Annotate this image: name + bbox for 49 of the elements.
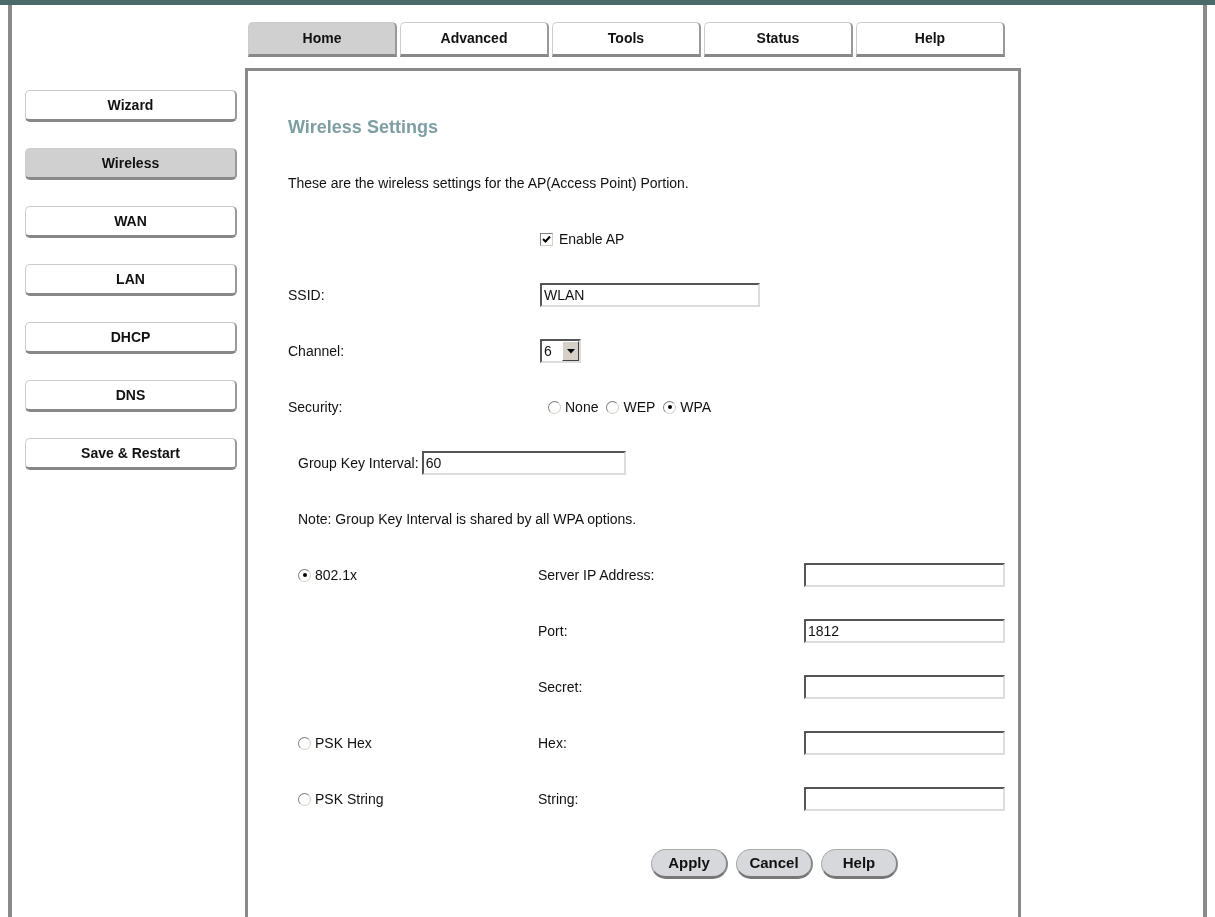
field-label: Security: (288, 397, 344, 417)
text-field[interactable] (804, 563, 1005, 587)
radio-button[interactable] (298, 792, 311, 806)
nav-tab[interactable]: Help (856, 22, 1005, 57)
sidebar-button[interactable]: LAN (25, 264, 237, 296)
field-label: Channel: (288, 341, 346, 361)
radio-label: PSK Hex (315, 733, 372, 753)
nav-tab[interactable]: Status (704, 22, 853, 57)
radio-label: WPA (680, 397, 712, 417)
radio-label: PSK String (315, 789, 384, 809)
page-title: Wireless Settings (288, 115, 438, 139)
description: These are the wireless settings for the AP(Access Point) Portion. (288, 173, 689, 193)
field-label: Hex: (538, 733, 568, 753)
radio-button[interactable] (298, 568, 311, 582)
sidebar-button[interactable]: DNS (25, 380, 237, 412)
channel-dropdown[interactable]: 6 (540, 339, 581, 363)
note: Note: Group Key Interval is shared by all WPA options. (298, 509, 637, 529)
radio-button[interactable] (298, 736, 311, 750)
radio-label: WEP (623, 397, 656, 417)
checkbox[interactable] (540, 232, 553, 246)
field-label: SSID: (288, 285, 326, 305)
field-label: Server IP Address: (538, 565, 656, 585)
field-label: Port: (538, 621, 569, 641)
ssid-field[interactable]: WLAN (540, 283, 760, 307)
sidebar-button[interactable]: DHCP (25, 322, 237, 354)
text-field[interactable]: 1812 (804, 619, 1005, 643)
text-field[interactable] (804, 731, 1005, 755)
text-field[interactable] (804, 675, 1005, 699)
radio-label: None (565, 397, 599, 417)
action-button[interactable]: Help (821, 849, 898, 879)
action-button[interactable]: Apply (651, 849, 728, 879)
sidebar-button[interactable]: Wireless (25, 148, 237, 180)
field-label: Group Key Interval: (298, 453, 419, 473)
sidebar-button[interactable]: WAN (25, 206, 237, 238)
nav-tab[interactable]: Tools (552, 22, 701, 57)
nav-tab[interactable]: Home (248, 22, 397, 57)
field-label: String: (538, 789, 580, 809)
checkbox-label: Enable AP (559, 229, 625, 249)
sidebar-button[interactable]: Wizard (25, 90, 237, 122)
text-field[interactable] (804, 787, 1005, 811)
field-label: Secret: (538, 677, 584, 697)
group-key-interval-field[interactable]: 60 (421, 451, 626, 475)
sidebar-button[interactable]: Save & Restart (25, 438, 237, 470)
radio-label: 802.1x (315, 565, 358, 585)
radio-button[interactable] (606, 400, 620, 414)
radio-button[interactable] (548, 400, 561, 414)
nav-tab[interactable]: Advanced (400, 22, 549, 57)
action-button[interactable]: Cancel (736, 849, 813, 879)
radio-button[interactable] (663, 400, 677, 414)
